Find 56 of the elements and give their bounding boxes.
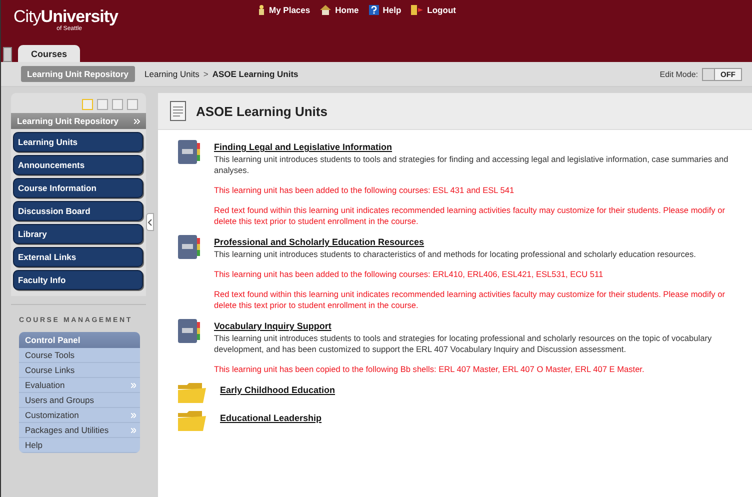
logo-text: CityUniversity	[14, 8, 118, 26]
item-note: Red text found within this learning unit indicates recommended learning activities faculty may customize for their students. Please modify or delete this text prior to student enrollment in the course.	[214, 289, 726, 311]
notebook-icon	[178, 140, 200, 164]
control-panel-item[interactable]: Course Tools	[19, 348, 140, 363]
folder-icon	[178, 411, 206, 431]
document-icon	[170, 101, 186, 121]
course-menu-button[interactable]: Discussion Board	[13, 201, 143, 221]
header-link[interactable]: Help	[368, 5, 402, 15]
breadcrumb-separator: >	[203, 69, 208, 79]
control-panel-item[interactable]: Help	[19, 438, 140, 453]
item-title-link[interactable]: Early Childhood Education	[220, 385, 738, 395]
course-menu-button[interactable]: Announcements	[13, 155, 143, 175]
header-link[interactable]: Home	[320, 5, 359, 15]
course-menu-button[interactable]: Learning Units	[13, 132, 143, 152]
control-panel-item[interactable]: Evaluation	[19, 378, 140, 393]
notebook-icon	[178, 319, 200, 343]
breadcrumb-link[interactable]: Learning Units	[144, 69, 200, 79]
header-link[interactable]: My Places	[258, 5, 310, 15]
courses-tab[interactable]: Courses	[18, 45, 80, 62]
control-panel-item[interactable]: Packages and Utilities	[19, 423, 140, 438]
item-note: This learning unit has been added to the following courses: ESL 431 and ESL 541	[214, 185, 516, 196]
view-icon[interactable]	[127, 99, 138, 110]
course-menu-button[interactable]: Faculty Info	[13, 270, 143, 290]
control-panel-header[interactable]: Control Panel	[19, 332, 140, 348]
course-menu-button[interactable]: External Links	[13, 247, 143, 267]
item-note: Red text found within this learning unit indicates recommended learning activities faculty may customize for their students. Please modify or delete this text prior to student enrollment in the course.	[214, 205, 726, 227]
view-icon[interactable]	[82, 99, 93, 110]
item-description: This learning unit introduces students to tools and strategies for finding and accessing legal and legislative information, case summaries and analyses.	[214, 154, 730, 176]
page-title: ASOE Learning Units	[196, 104, 328, 118]
item-title-link[interactable]: Educational Leadership	[220, 413, 738, 423]
control-panel-item[interactable]: Course Links	[19, 363, 140, 378]
item-title-link[interactable]: Professional and Scholarly Education Resources	[214, 237, 738, 247]
chevron-icon	[134, 118, 140, 124]
course-menu-header[interactable]: Learning Unit Repository	[11, 113, 146, 129]
item-note: This learning unit has been copied to the following Bb shells: ERL 407 Master, ERL 407 O Master, ERL 407 E Master.	[214, 364, 646, 375]
control-panel-item[interactable]: Users and Groups	[19, 393, 140, 408]
item-description: This learning unit introduces students to tools and strategies for locating professional and scholarly resources on the topic of vocabulary development, and has been customized to support the ERL 407 Vocabulary Inquiry and Discussion assessment.	[214, 333, 713, 355]
course-menu-button[interactable]: Library	[13, 224, 143, 244]
door-icon	[411, 5, 424, 15]
notebook-icon	[178, 235, 200, 259]
person-icon	[258, 5, 265, 15]
folder-icon	[178, 383, 206, 403]
item-description: This learning unit introduces students to characteristics of and methods for locating professional and scholarly education resources.	[214, 249, 697, 260]
header-link[interactable]: Logout	[411, 5, 456, 15]
tab-toggle[interactable]	[3, 47, 12, 62]
view-icon[interactable]	[112, 99, 123, 110]
item-title-link[interactable]: Vocabulary Inquiry Support	[214, 321, 738, 331]
collapse-handle[interactable]	[146, 213, 154, 231]
edit-mode-label: Edit Mode:	[660, 70, 698, 78]
help-icon	[368, 5, 379, 15]
control-panel-item[interactable]: Customization	[19, 408, 140, 423]
item-note: This learning unit has been added to the following courses: ERL410, ERL406, ESL421, ESL531, ECU 511	[214, 269, 604, 280]
home-icon	[320, 5, 332, 15]
course-menu-button[interactable]: Course Information	[13, 178, 143, 198]
view-icon[interactable]	[97, 99, 108, 110]
item-title-link[interactable]: Finding Legal and Legislative Information	[214, 142, 738, 152]
